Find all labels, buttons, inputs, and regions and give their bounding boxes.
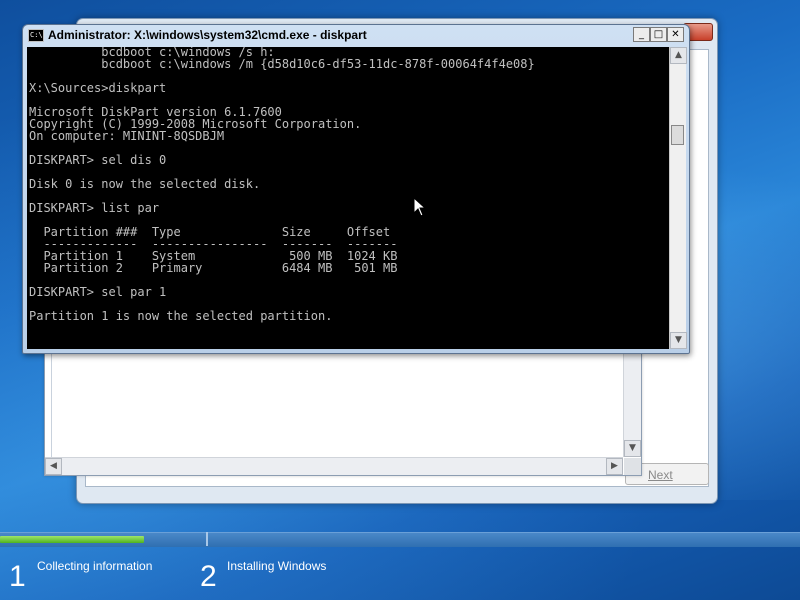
step-1-number: 1	[9, 560, 26, 593]
progress-step-divider	[206, 532, 208, 546]
console-line: Partition 1 is now the selected partitio…	[29, 309, 333, 323]
close-button[interactable]: ✕	[667, 27, 684, 42]
console-line: DISKPART> sel dis 0	[29, 153, 167, 167]
cmd-window[interactable]: C:\ Administrator: X:\windows\system32\c…	[22, 24, 690, 354]
scroll-down-icon[interactable]: ▼	[670, 332, 687, 349]
step-1-label: Collecting information	[37, 559, 153, 573]
step-2-number: 2	[200, 560, 217, 593]
minimize-button[interactable]: _	[633, 27, 650, 42]
next-button-label: Next	[648, 468, 673, 482]
console-output: bcdboot c:\windows /s h: bcdboot c:\wind…	[29, 47, 535, 322]
scroll-left-icon[interactable]: ◀	[45, 458, 62, 475]
scroll-right-icon[interactable]: ▶	[606, 458, 623, 475]
console-line: bcdboot c:\windows /m {d58d10c6-df53-11d…	[29, 57, 535, 71]
maximize-button[interactable]: □	[650, 27, 667, 42]
cmd-window-title: Administrator: X:\windows\system32\cmd.e…	[48, 28, 367, 42]
console-line: On computer: MININT-8QSDBJM	[29, 129, 225, 143]
mouse-cursor-icon	[413, 197, 427, 217]
scroll-up-icon[interactable]: ▲	[670, 47, 687, 64]
scrollbar-corner	[624, 458, 641, 475]
step-2-label: Installing Windows	[227, 559, 327, 573]
scrollbar-thumb[interactable]	[671, 125, 684, 145]
cmd-vertical-scrollbar[interactable]: ▲ ▼	[669, 47, 687, 349]
cmd-titlebar[interactable]: C:\ Administrator: X:\windows\system32\c…	[23, 25, 689, 47]
console-line: X:\Sources>diskpart	[29, 81, 167, 95]
console-line: Disk 0 is now the selected disk.	[29, 177, 261, 191]
setup-progress-fill	[0, 536, 144, 543]
setup-horizontal-scrollbar[interactable]: ◀ ▶	[45, 457, 623, 475]
console-line: Partition 2 Primary 6484 MB 501 MB	[29, 261, 398, 275]
console-line: DISKPART> sel par 1	[29, 285, 167, 299]
console-area[interactable]: bcdboot c:\windows /s h: bcdboot c:\wind…	[27, 47, 669, 349]
cmd-app-icon[interactable]: C:\	[28, 29, 44, 42]
scroll-down-icon[interactable]: ▼	[624, 440, 641, 457]
console-line: DISKPART> list par	[29, 201, 160, 215]
